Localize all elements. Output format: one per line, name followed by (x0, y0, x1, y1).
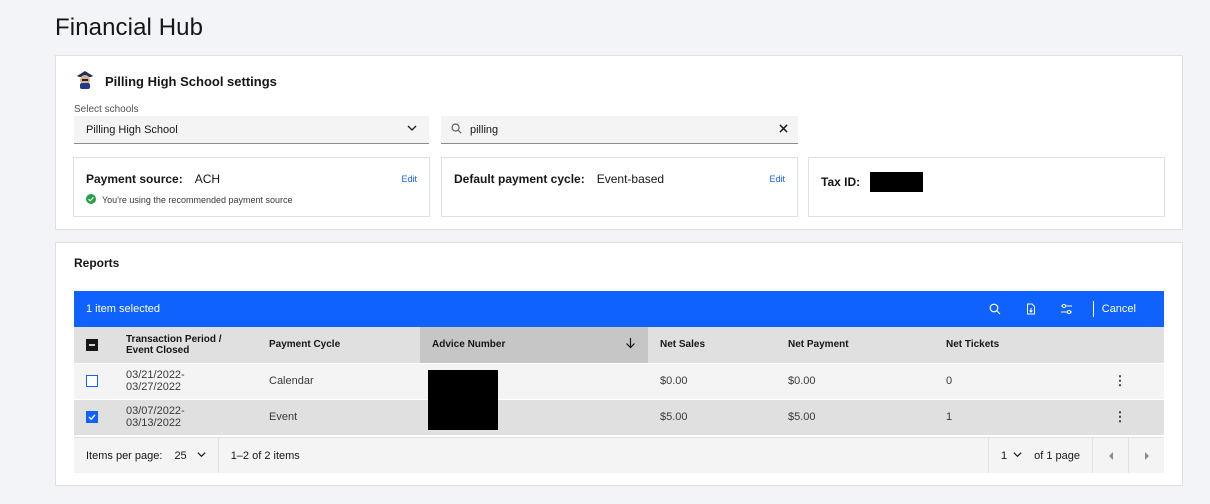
items-range: 1–2 of 2 items (230, 449, 300, 462)
school-mascot-icon (74, 68, 96, 95)
table-row: 03/21/2022- 03/27/2022 Calendar $0.00 $0… (74, 362, 1164, 430)
of-pages-text: of 1 page (1034, 449, 1080, 462)
chevron-down-icon[interactable] (197, 450, 206, 462)
cell-period: 03/07/2022- 03/13/2022 (114, 398, 257, 435)
search-icon (451, 123, 462, 137)
select-schools-label: Select schools (74, 104, 139, 115)
cell-cycle: Calendar (257, 362, 420, 399)
items-per-page-select[interactable]: 25 (174, 450, 186, 462)
col-transaction-period[interactable]: Transaction Period / Event Closed (114, 327, 257, 363)
overflow-menu-icon[interactable]: ⋮ (1076, 398, 1164, 435)
download-icon[interactable] (1013, 303, 1049, 315)
edit-payment-cycle-link[interactable]: Edit (769, 174, 785, 184)
pagination: Items per page: 25 1–2 of 2 items 1 of 1… (74, 437, 1164, 473)
batch-divider (1092, 301, 1094, 317)
advice-number-redacted (428, 369, 498, 430)
col-net-sales[interactable]: Net Sales (648, 327, 776, 363)
payment-cycle-tile: Default payment cycle: Event-based Edit (441, 157, 798, 217)
cell-cycle: Event (257, 398, 420, 435)
cell-net-payment: $5.00 (776, 398, 934, 435)
payment-source-value: ACH (194, 172, 221, 186)
payment-source-tile: Payment source: ACH You're using the rec… (73, 157, 430, 217)
col-advice-number[interactable]: Advice Number (420, 327, 648, 363)
sort-down-icon[interactable] (625, 337, 636, 352)
cell-net-tickets: 1 (934, 398, 1076, 435)
payment-source-label: Payment source: (86, 172, 183, 186)
table-row: 03/07/2022- 03/13/2022 Event $5.00 $5.00… (74, 398, 1164, 435)
school-search-input[interactable]: pilling (441, 116, 798, 144)
table-header-row: Transaction Period / Event Closed Paymen… (74, 327, 1164, 363)
items-selected-text: 1 item selected (86, 303, 160, 315)
school-header: Pilling High School settings (74, 68, 277, 95)
payment-cycle-value: Event-based (596, 172, 665, 186)
tax-id-label: Tax ID: (821, 175, 861, 189)
items-per-page-label: Items per page: (86, 449, 163, 462)
tax-id-tile: Tax ID: (808, 157, 1165, 217)
row-checkbox[interactable] (74, 362, 114, 399)
caret-right-icon[interactable] (1128, 438, 1164, 473)
col-actions (1076, 327, 1164, 363)
col-net-payment[interactable]: Net Payment (776, 327, 934, 363)
reports-card: Reports 1 item selected Cancel Transacti… (55, 242, 1183, 486)
overflow-menu-icon[interactable]: ⋮ (1076, 362, 1164, 399)
caret-left-icon[interactable] (1092, 438, 1128, 473)
col-advice-number-label: Advice Number (432, 339, 506, 351)
reports-table: Transaction Period / Event Closed Paymen… (74, 327, 1164, 435)
chevron-down-icon (407, 123, 417, 136)
school-settings-title: Pilling High School settings (105, 74, 277, 89)
page-title: Financial Hub (55, 14, 204, 41)
search-value: pilling (470, 123, 499, 136)
close-icon[interactable] (779, 123, 788, 136)
chevron-down-icon (1013, 450, 1022, 462)
payment-source-note: You're using the recommended payment sou… (86, 194, 417, 206)
edit-payment-source-link[interactable]: Edit (401, 174, 417, 184)
reports-title: Reports (74, 256, 120, 270)
cell-period: 03/21/2022- 03/27/2022 (114, 362, 257, 399)
items-per-page: Items per page: 25 (74, 438, 219, 473)
col-payment-cycle[interactable]: Payment Cycle (257, 327, 420, 363)
payment-cycle-label: Default payment cycle: (454, 172, 585, 186)
settings-adjust-icon[interactable] (1049, 303, 1085, 315)
payment-source-note-text: You're using the recommended payment sou… (102, 195, 293, 205)
cell-net-sales: $5.00 (648, 398, 776, 435)
cell-net-payment: $0.00 (776, 362, 934, 399)
cell-net-sales: $0.00 (648, 362, 776, 399)
select-all-checkbox[interactable] (74, 327, 114, 363)
page-select[interactable]: 1 of 1 page (988, 438, 1092, 473)
search-icon[interactable] (977, 303, 1013, 315)
cell-advice-number (420, 362, 648, 430)
school-settings-card: Pilling High School settings Select scho… (55, 55, 1183, 230)
tax-id-redacted (870, 172, 924, 192)
batch-action-bar: 1 item selected Cancel (74, 291, 1164, 327)
page-select-value: 1 (1001, 449, 1008, 462)
cell-net-tickets: 0 (934, 362, 1076, 399)
school-select[interactable]: Pilling High School (74, 116, 429, 144)
col-net-tickets[interactable]: Net Tickets (934, 327, 1076, 363)
row-checkbox[interactable] (74, 398, 114, 435)
cancel-button[interactable]: Cancel (1102, 303, 1152, 315)
school-select-value: Pilling High School (86, 123, 178, 136)
success-check-icon (86, 194, 96, 206)
